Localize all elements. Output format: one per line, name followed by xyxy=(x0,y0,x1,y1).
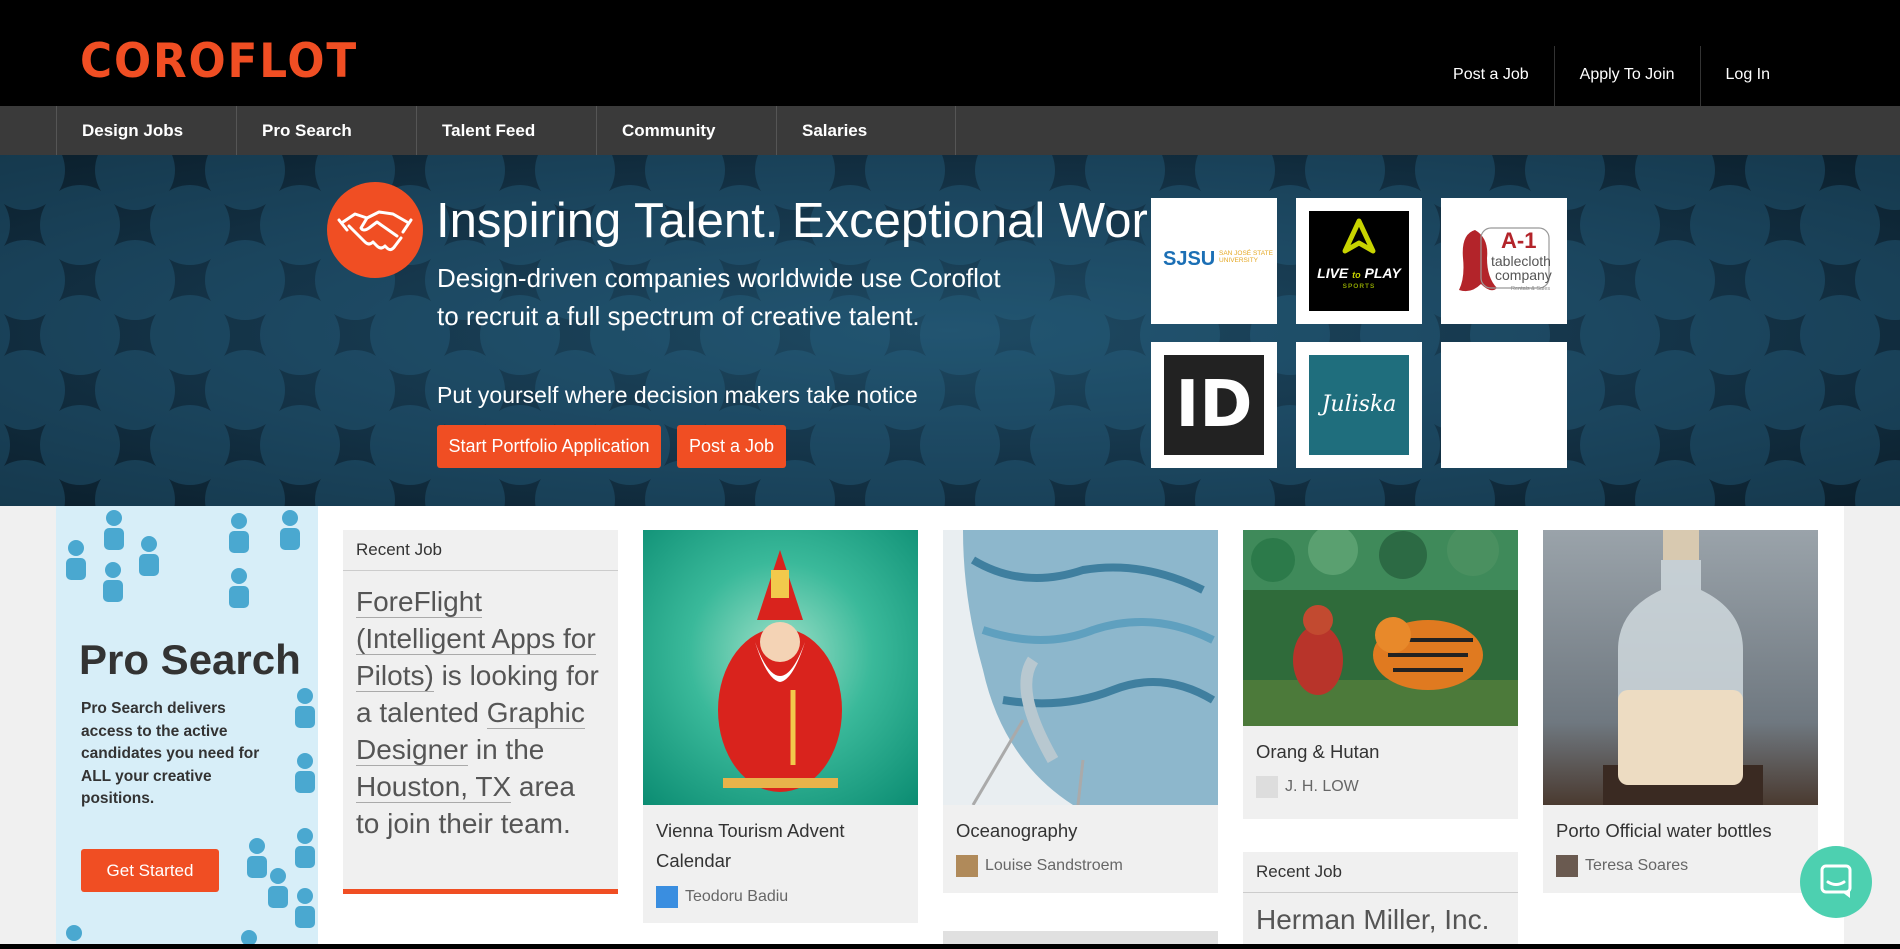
logo-blank[interactable] xyxy=(1441,342,1567,468)
live-play-text: PLAY xyxy=(1364,265,1401,281)
logo-live-to-play[interactable]: LIVE to PLAY SPORTS xyxy=(1296,198,1422,324)
apply-to-join-link[interactable]: Apply To Join xyxy=(1553,46,1700,106)
main-nav: Design Jobs Pro Search Talent Feed Commu… xyxy=(0,106,1900,155)
handshake-icon xyxy=(327,182,423,278)
job-location-link[interactable]: Houston, TX xyxy=(356,771,512,803)
recent-job-card[interactable]: Recent Job ForeFlight (Intelligent Apps … xyxy=(343,530,618,894)
chair-image-icon xyxy=(963,530,1218,806)
live-play-mark-icon xyxy=(1342,218,1376,254)
job-company-link[interactable]: Herman Miller, Inc. xyxy=(1256,904,1489,935)
project-card[interactable]: Porto Official water bottles Teresa Soar… xyxy=(1543,530,1818,893)
recent-job-header: Recent Job xyxy=(343,530,618,571)
recent-job-body: ForeFlight (Intelligent Apps for Pilots)… xyxy=(343,571,618,854)
pro-search-description: Pro Search delivers access to the active… xyxy=(81,700,260,807)
hero-subtitle: Design-driven companies worldwide use Co… xyxy=(437,259,1057,335)
logo-sjsu[interactable]: SJSU SAN JOSÉ STATE UNIVERSITY xyxy=(1151,198,1277,324)
recent-job-header: Recent Job xyxy=(1243,852,1518,893)
author-name: Teresa Soares xyxy=(1585,857,1689,874)
nav-design-jobs[interactable]: Design Jobs xyxy=(56,106,236,155)
project-author[interactable]: Teodoru Badiu xyxy=(656,886,788,908)
sjsu-text: SJSU xyxy=(1163,248,1216,270)
content-feed: Pro Search Pro Search delivers access to… xyxy=(56,506,1844,949)
nav-talent-feed[interactable]: Talent Feed xyxy=(416,106,596,155)
hero-post-job-button[interactable]: Post a Job xyxy=(677,425,786,468)
project-title[interactable]: Porto Official water bottles xyxy=(1556,816,1772,846)
bottle-image-icon xyxy=(1603,530,1763,805)
project-card[interactable]: Orang & Hutan J. H. LOW xyxy=(1243,524,1518,819)
hero-subtitle-line-1: Design-driven companies worldwide use Co… xyxy=(437,263,1001,293)
nav-pro-search[interactable]: Pro Search xyxy=(236,106,416,155)
post-job-link[interactable]: Post a Job xyxy=(1428,46,1554,106)
log-in-link[interactable]: Log In xyxy=(1699,46,1900,106)
a1-title: A-1 xyxy=(1501,228,1537,253)
pro-search-title: Pro Search xyxy=(79,636,301,683)
avatar xyxy=(1256,776,1278,798)
santa-figure-icon xyxy=(718,550,842,792)
jungle-illustration-icon xyxy=(1243,524,1518,726)
live-to-text: to xyxy=(1352,270,1361,280)
chat-icon xyxy=(1820,864,1852,898)
id-text: ID xyxy=(1164,355,1264,455)
logo-a1-tablecloth[interactable]: A-1 tablecloth company Rentals & Sales xyxy=(1441,198,1567,324)
recent-job-card[interactable]: Recent Job Herman Miller, Inc. xyxy=(1243,852,1518,949)
project-author[interactable]: Teresa Soares xyxy=(1556,855,1688,877)
job-accent-bar xyxy=(343,889,618,894)
project-title[interactable]: Vienna Tourism Advent Calendar xyxy=(656,816,906,876)
chat-launcher[interactable] xyxy=(1800,846,1872,918)
author-name: Louise Sandstroem xyxy=(985,857,1123,874)
hero-title: Inspiring Talent. Exceptional Work. xyxy=(436,194,1186,248)
avatar xyxy=(656,886,678,908)
live-text: LIVE xyxy=(1317,265,1349,281)
juliska-text: Juliska xyxy=(1309,355,1409,455)
logo-id-magazine[interactable]: ID xyxy=(1151,342,1277,468)
nav-salaries[interactable]: Salaries xyxy=(776,106,956,155)
bottom-edge xyxy=(0,944,1900,949)
a1-line-1: tablecloth xyxy=(1491,253,1551,269)
project-author[interactable]: Louise Sandstroem xyxy=(956,855,1123,877)
project-card[interactable]: Vienna Tourism Advent Calendar Teodoru B… xyxy=(643,530,918,923)
top-links: Post a Job Apply To Join Log In xyxy=(1428,46,1900,106)
live-sports-text: SPORTS xyxy=(1342,283,1376,290)
start-portfolio-button[interactable]: Start Portfolio Application xyxy=(437,425,661,468)
project-thumbnail[interactable] xyxy=(1243,524,1518,726)
coroflot-logo[interactable]: COROFLOT xyxy=(80,34,358,90)
project-card[interactable]: Oceanography Louise Sandstroem xyxy=(943,530,1218,893)
top-header: COROFLOT Post a Job Apply To Join Log In xyxy=(0,0,1900,106)
project-thumbnail[interactable] xyxy=(643,530,918,805)
project-author[interactable]: J. H. LOW xyxy=(1256,776,1359,798)
sjsu-subtext: SAN JOSÉ STATE UNIVERSITY xyxy=(1219,250,1273,264)
hero-cta-label: Put yourself where decision makers take … xyxy=(437,382,918,408)
project-thumbnail[interactable] xyxy=(943,530,1218,806)
project-title[interactable]: Orang & Hutan xyxy=(1256,737,1379,767)
avatar xyxy=(1556,855,1578,877)
author-name: J. H. LOW xyxy=(1285,778,1359,795)
get-started-button[interactable]: Get Started xyxy=(81,849,219,892)
job-text-2: in the xyxy=(475,734,545,765)
hero-subtitle-line-2: to recruit a full spectrum of creative t… xyxy=(437,301,920,331)
recent-job-body: Herman Miller, Inc. xyxy=(1243,893,1518,949)
avatar xyxy=(956,855,978,877)
project-thumbnail[interactable] xyxy=(1543,530,1818,805)
nav-community[interactable]: Community xyxy=(596,106,776,155)
pro-search-promo[interactable]: Pro Search Pro Search delivers access to… xyxy=(56,506,318,949)
a1-subtext: Rentals & Sales xyxy=(1511,286,1551,292)
project-title[interactable]: Oceanography xyxy=(956,816,1077,846)
author-name: Teodoru Badiu xyxy=(685,888,789,905)
logo-juliska[interactable]: Juliska xyxy=(1296,342,1422,468)
a1-line-2: company xyxy=(1495,267,1552,283)
hero-banner: Inspiring Talent. Exceptional Work. Desi… xyxy=(0,155,1900,506)
